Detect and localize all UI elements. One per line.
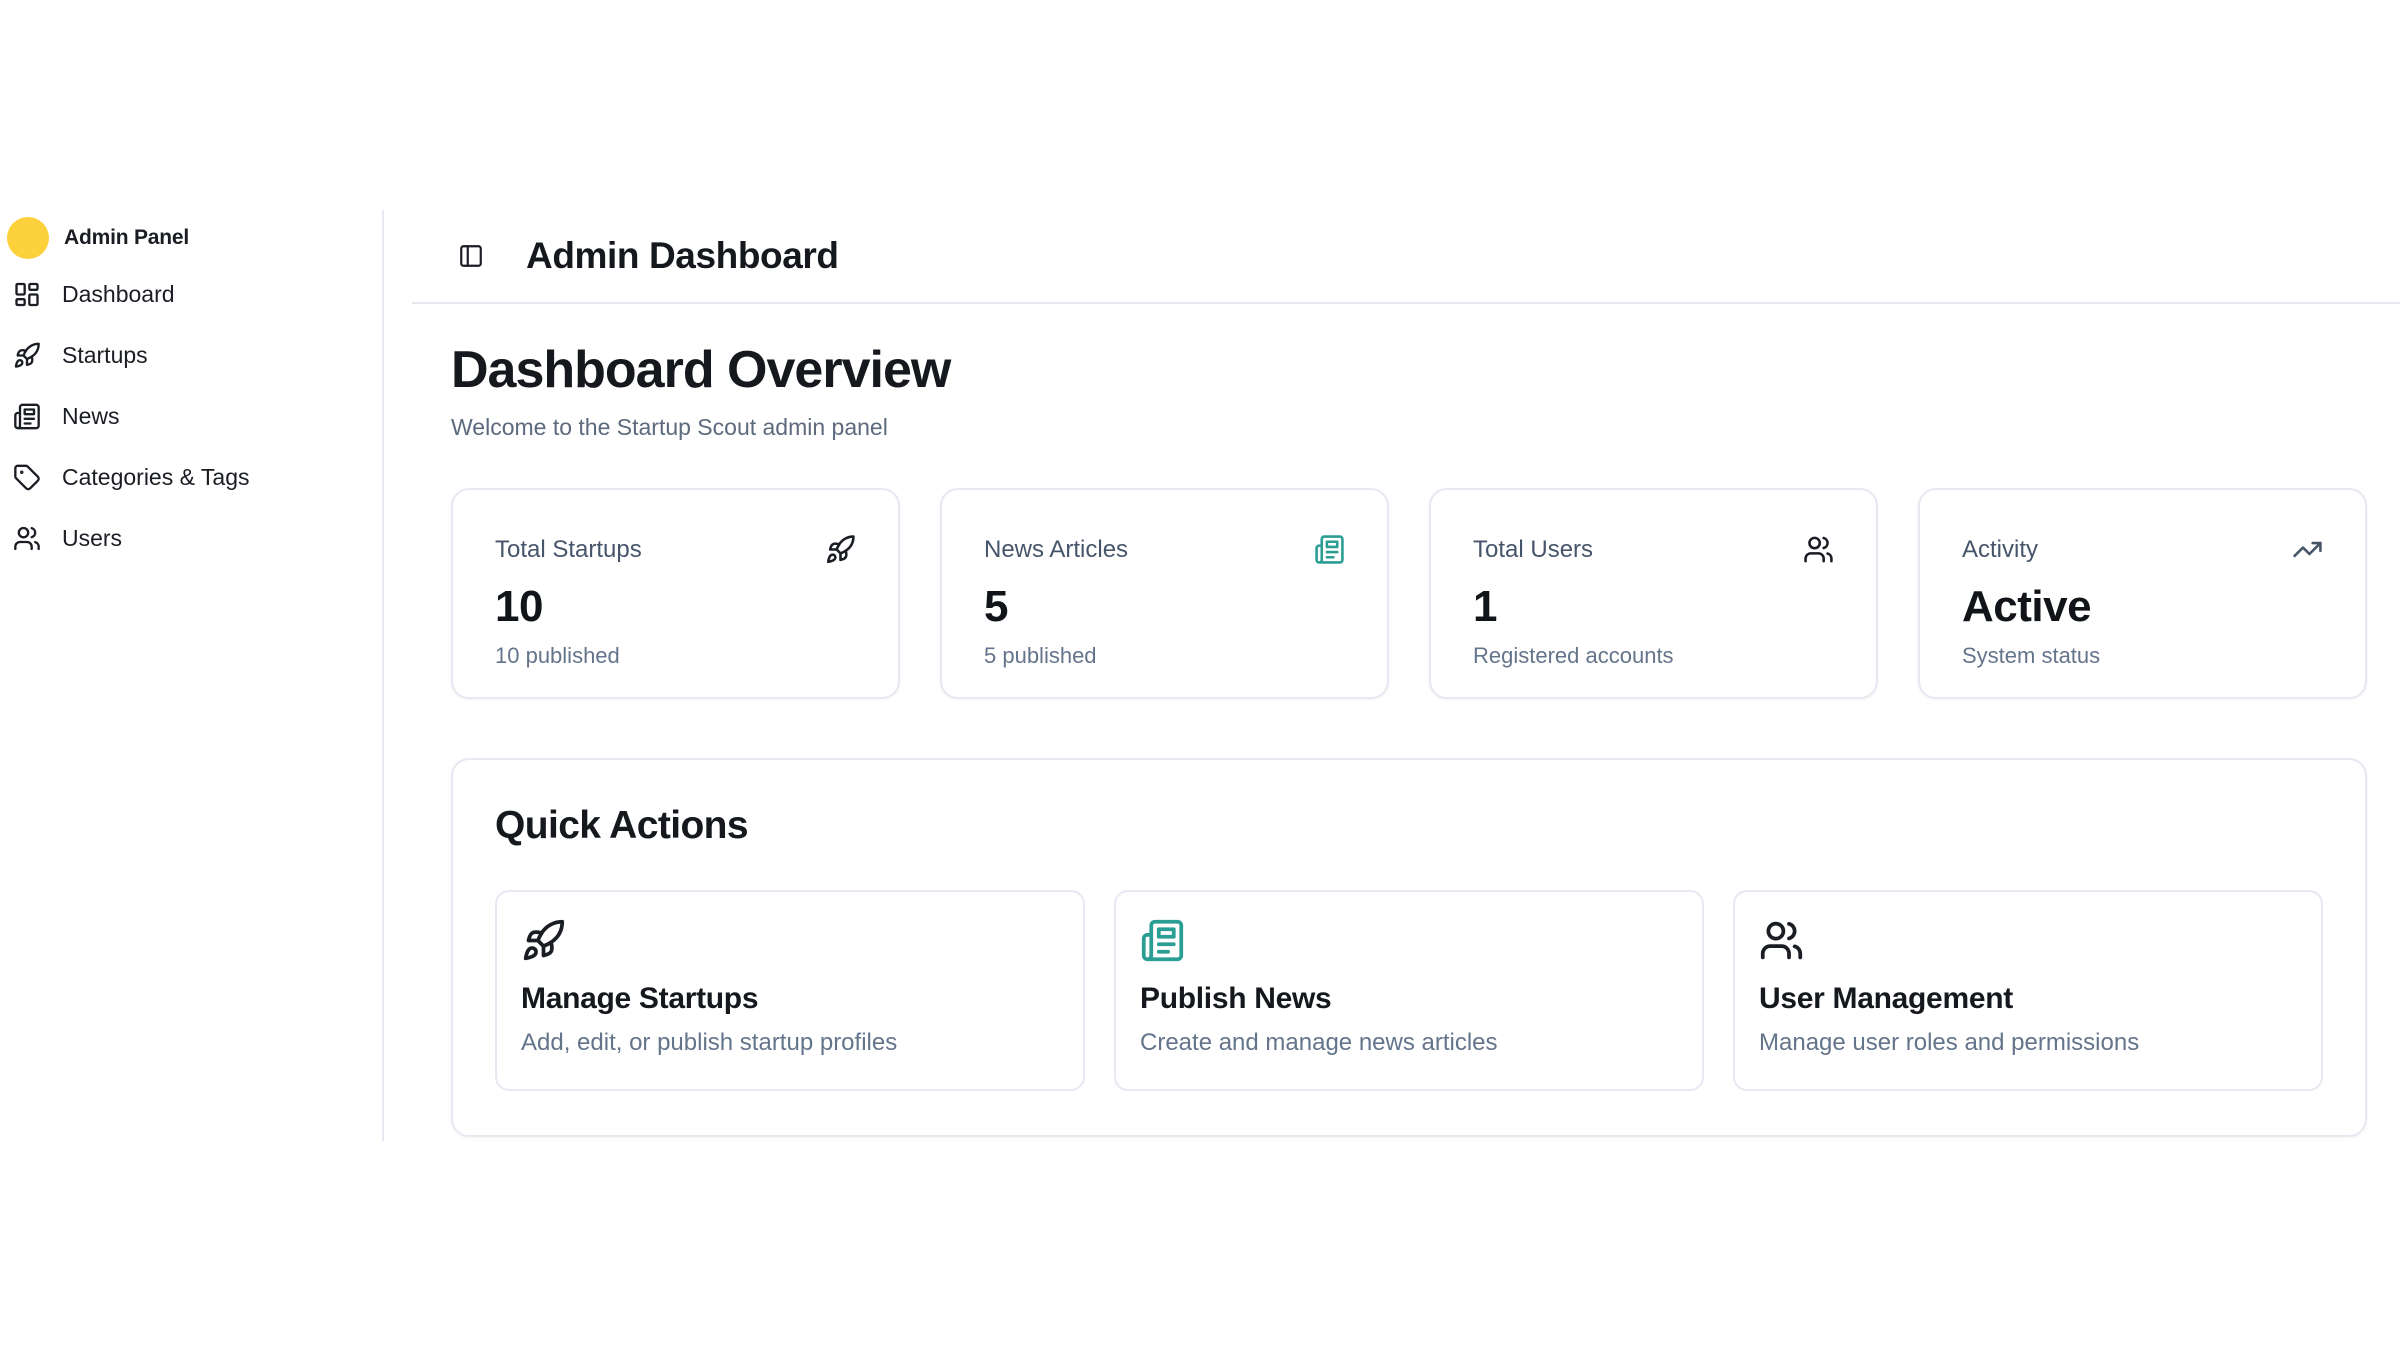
stat-value: 1 <box>1473 582 1834 632</box>
sidebar-brand: Admin Panel <box>0 212 382 264</box>
sidebar-item-label: Users <box>62 525 122 552</box>
stat-label: News Articles <box>984 536 1128 564</box>
header-title: Admin Dashboard <box>526 235 839 277</box>
tag-icon <box>13 462 41 493</box>
stat-subtext: System status <box>1962 643 2323 669</box>
page-title: Dashboard Overview <box>451 342 2367 398</box>
quick-action-title: Manage Startups <box>521 982 1057 1016</box>
sidebar-item-categories-tags[interactable]: Categories & Tags <box>0 447 382 508</box>
rocket-icon <box>521 918 1057 963</box>
top-header: Admin Dashboard <box>412 210 2400 304</box>
stat-card-total-startups: Total Startups 10 10 published <box>451 488 900 699</box>
sidebar-item-news[interactable]: News <box>0 386 382 447</box>
newspaper-icon <box>1140 918 1676 963</box>
stat-card-activity: Activity Active System status <box>1918 488 2367 699</box>
sidebar: Admin Panel Dashboard Startups News Cate… <box>0 210 384 1141</box>
dashboard-page: Dashboard Overview Welcome to the Startu… <box>384 304 2400 1137</box>
sidebar-toggle-button[interactable] <box>458 243 484 269</box>
main-area: Admin Dashboard Dashboard Overview Welco… <box>384 210 2400 1141</box>
sidebar-item-label: Startups <box>62 342 148 369</box>
sidebar-item-label: Categories & Tags <box>62 464 250 491</box>
quick-action-description: Add, edit, or publish startup profiles <box>521 1029 1057 1057</box>
quick-actions-grid: Manage Startups Add, edit, or publish st… <box>495 890 2323 1091</box>
quick-action-description: Manage user roles and permissions <box>1759 1029 2295 1057</box>
stat-label: Total Users <box>1473 536 1593 564</box>
stat-label: Total Startups <box>495 536 642 564</box>
sidebar-nav: Dashboard Startups News Categories & Tag… <box>0 264 382 569</box>
trending-up-icon <box>2292 534 2323 565</box>
admin-app: Admin Panel Dashboard Startups News Cate… <box>0 210 2400 1141</box>
sidebar-item-dashboard[interactable]: Dashboard <box>0 264 382 325</box>
quick-action-user-management[interactable]: User Management Manage user roles and pe… <box>1733 890 2323 1091</box>
stat-subtext: 5 published <box>984 643 1345 669</box>
stat-value: 5 <box>984 582 1345 632</box>
layout-dashboard-icon <box>13 279 41 310</box>
stat-card-news-articles: News Articles 5 5 published <box>940 488 1389 699</box>
users-icon <box>1759 918 2295 963</box>
quick-action-publish-news[interactable]: Publish News Create and manage news arti… <box>1114 890 1704 1091</box>
stat-label: Activity <box>1962 536 2038 564</box>
quick-action-title: Publish News <box>1140 982 1676 1016</box>
stats-grid: Total Startups 10 10 published News Arti… <box>451 488 2367 699</box>
quick-action-title: User Management <box>1759 982 2295 1016</box>
page-subtitle: Welcome to the Startup Scout admin panel <box>451 412 2367 442</box>
quick-action-manage-startups[interactable]: Manage Startups Add, edit, or publish st… <box>495 890 1085 1091</box>
quick-action-description: Create and manage news articles <box>1140 1029 1676 1057</box>
sidebar-item-startups[interactable]: Startups <box>0 325 382 386</box>
stat-subtext: Registered accounts <box>1473 643 1834 669</box>
sidebar-item-label: Dashboard <box>62 281 175 308</box>
stat-value: Active <box>1962 582 2323 632</box>
sidebar-item-label: News <box>62 403 120 430</box>
rocket-icon <box>825 534 856 565</box>
brand-label: Admin Panel <box>64 226 189 250</box>
quick-actions-title: Quick Actions <box>495 804 2323 848</box>
rocket-icon <box>13 340 41 371</box>
quick-actions-card: Quick Actions Manage Startups Add, edit,… <box>451 758 2367 1137</box>
stat-value: 10 <box>495 582 856 632</box>
newspaper-icon <box>13 401 41 432</box>
stat-card-total-users: Total Users 1 Registered accounts <box>1429 488 1878 699</box>
users-icon <box>1803 534 1834 565</box>
users-icon <box>13 523 41 554</box>
sidebar-item-users[interactable]: Users <box>0 508 382 569</box>
stat-subtext: 10 published <box>495 643 856 669</box>
newspaper-icon <box>1314 534 1345 565</box>
brand-logo <box>7 217 49 259</box>
panel-left-icon <box>458 243 484 269</box>
